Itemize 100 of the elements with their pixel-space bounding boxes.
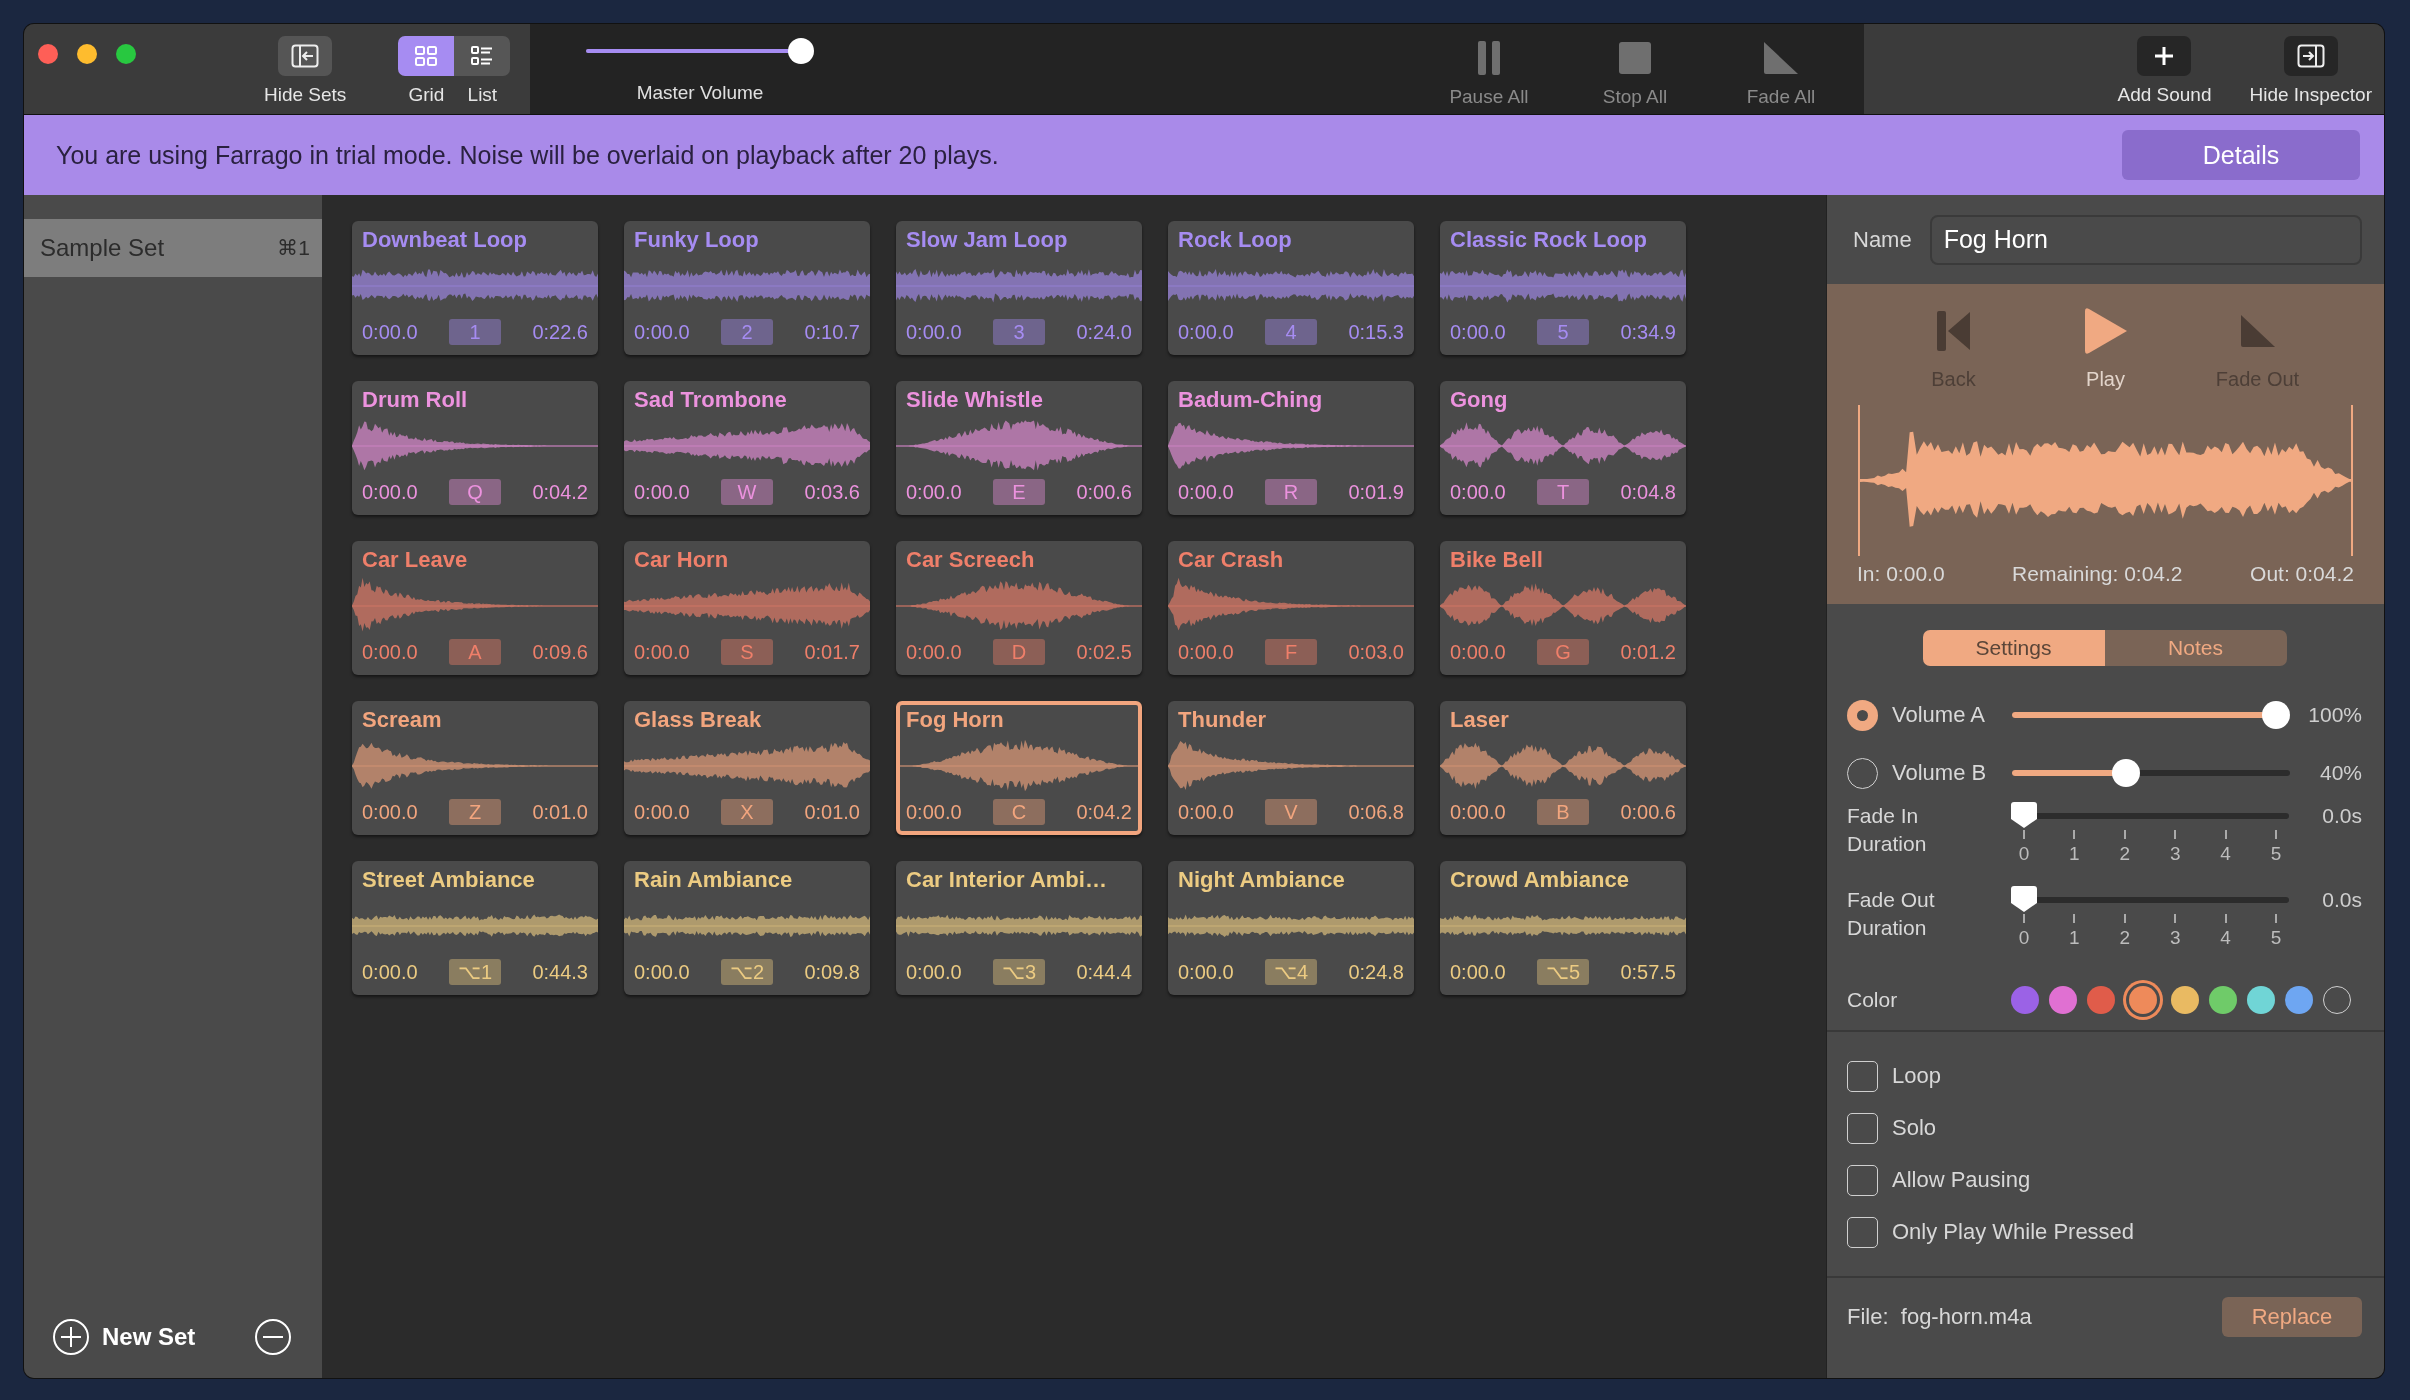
hotkey-badge: 4	[1265, 319, 1317, 345]
sound-name: Badum-Ching	[1178, 387, 1324, 413]
color-swatch[interactable]	[2247, 986, 2275, 1014]
sound-tile[interactable]: Downbeat Loop 0:00.0 1 0:22.6	[352, 221, 598, 355]
sound-name: Car Crash	[1178, 547, 1285, 573]
start-time: 0:00.0	[1450, 800, 1506, 824]
hotkey-badge: B	[1537, 799, 1589, 825]
color-swatch[interactable]	[2171, 986, 2199, 1014]
hotkey-badge: ⌥2	[721, 959, 773, 985]
sidebar-collapse-icon	[2296, 44, 2325, 68]
sound-tile[interactable]: Classic Rock Loop 0:00.0 5 0:34.9	[1440, 221, 1686, 355]
sound-tile[interactable]: Rock Loop 0:00.0 4 0:15.3	[1168, 221, 1414, 355]
sound-tile[interactable]: Car Screech 0:00.0 D 0:02.5	[896, 541, 1142, 675]
set-item[interactable]: Sample Set ⌘1	[24, 219, 322, 277]
sound-tile[interactable]: Drum Roll 0:00.0 Q 0:04.2	[352, 381, 598, 515]
out-time: Out: 0:04.2	[2250, 562, 2354, 586]
duration: 0:34.9	[1620, 320, 1676, 344]
sound-tile[interactable]: Laser 0:00.0 B 0:00.6	[1440, 701, 1686, 835]
sound-tile[interactable]: Fog Horn 0:00.0 C 0:04.2	[896, 701, 1142, 835]
close-button[interactable]	[38, 44, 58, 64]
color-swatch[interactable]	[2011, 986, 2039, 1014]
sound-tile[interactable]: Funky Loop 0:00.0 2 0:10.7	[624, 221, 870, 355]
sound-name: Slide Whistle	[906, 387, 1044, 413]
slider-thumb[interactable]	[2112, 759, 2140, 787]
duration: 0:01.2	[1620, 640, 1676, 664]
name-field[interactable]: Fog Horn	[1929, 214, 2362, 265]
fade-reading: 0.0s	[2322, 887, 2362, 913]
color-swatch[interactable]	[2049, 986, 2077, 1014]
color-swatch[interactable]	[2087, 986, 2115, 1014]
hotkey-badge: 3	[993, 319, 1045, 345]
sound-tile[interactable]: Thunder 0:00.0 V 0:06.8	[1168, 701, 1414, 835]
sound-name: Funky Loop	[634, 227, 760, 253]
fade-slider[interactable]	[2011, 802, 2289, 830]
slider-thumb[interactable]	[2011, 886, 2037, 912]
sound-tile[interactable]: Car Leave 0:00.0 A 0:09.6	[352, 541, 598, 675]
sound-tile[interactable]: Night Ambiance 0:00.0 ⌥4 0:24.8	[1168, 861, 1414, 995]
hotkey-badge: T	[1537, 479, 1589, 505]
duration: 0:10.7	[804, 320, 860, 344]
sound-tile[interactable]: Bike Bell 0:00.0 G 0:01.2	[1440, 541, 1686, 675]
sound-tile[interactable]: Street Ambiance 0:00.0 ⌥1 0:44.3	[352, 861, 598, 995]
new-set-button[interactable]: New Set	[52, 1318, 196, 1356]
play-button[interactable]: Play	[2050, 306, 2161, 391]
duration: 0:57.5	[1620, 960, 1676, 984]
sound-tile[interactable]: Gong 0:00.0 T 0:04.8	[1440, 381, 1686, 515]
sound-name: Slow Jam Loop	[906, 227, 1069, 253]
checkbox[interactable]	[1847, 1112, 1878, 1144]
sound-name: Laser	[1450, 707, 1510, 733]
volume-slider[interactable]	[2012, 759, 2290, 787]
hide-inspector-button[interactable]: Hide Inspector	[2249, 36, 2372, 106]
sound-tile[interactable]: Car Interior Ambi… 0:00.0 ⌥3 0:44.4	[896, 861, 1142, 995]
sound-tile[interactable]: Scream 0:00.0 Z 0:01.0	[352, 701, 598, 835]
radio-button[interactable]	[1847, 699, 1878, 731]
sound-tile[interactable]: Glass Break 0:00.0 X 0:01.0	[624, 701, 870, 835]
inspector-tab[interactable]: Settings	[1922, 630, 2105, 666]
volume-slider[interactable]	[2012, 701, 2290, 729]
slider-thumb[interactable]	[788, 38, 814, 64]
hide-sets-button[interactable]: Hide Sets	[264, 36, 347, 106]
duration: 0:02.5	[1076, 640, 1132, 664]
sound-tile[interactable]: Badum-Ching 0:00.0 R 0:01.9	[1168, 381, 1414, 515]
zoom-button[interactable]	[116, 44, 136, 64]
duration: 0:44.3	[532, 960, 588, 984]
hotkey-badge: W	[721, 479, 773, 505]
color-swatch[interactable]	[2209, 986, 2237, 1014]
sound-tile[interactable]: Crowd Ambiance 0:00.0 ⌥5 0:57.5	[1440, 861, 1686, 995]
checkbox[interactable]	[1847, 1216, 1878, 1248]
checkbox[interactable]	[1847, 1164, 1878, 1196]
inspector-tab[interactable]: Notes	[2104, 630, 2287, 666]
start-time: 0:00.0	[634, 480, 690, 504]
tick-label: 3	[2162, 830, 2189, 865]
master-volume-slider[interactable]	[586, 38, 814, 64]
hotkey-badge: S	[721, 639, 773, 665]
slider-thumb[interactable]	[2262, 701, 2290, 729]
sound-tile[interactable]: Car Horn 0:00.0 S 0:01.7	[624, 541, 870, 675]
details-button[interactable]: Details	[2122, 130, 2360, 180]
minimize-button[interactable]	[77, 44, 97, 64]
add-sound-button[interactable]: Add Sound	[2117, 36, 2212, 106]
hotkey-badge: Q	[449, 479, 501, 505]
hotkey-badge: V	[1265, 799, 1317, 825]
duration: 0:00.6	[1076, 480, 1132, 504]
option-label: Allow Pausing	[1892, 1167, 2031, 1193]
checkbox[interactable]	[1847, 1060, 1878, 1092]
replace-button[interactable]: Replace	[2222, 1297, 2362, 1337]
fade-slider[interactable]	[2011, 886, 2289, 914]
sound-tile[interactable]: Slow Jam Loop 0:00.0 3 0:24.0	[896, 221, 1142, 355]
sound-tile[interactable]: Rain Ambiance 0:00.0 ⌥2 0:09.8	[624, 861, 870, 995]
color-swatch[interactable]	[2285, 986, 2313, 1014]
start-time: 0:00.0	[362, 800, 418, 824]
sound-tile[interactable]: Sad Trombone 0:00.0 W 0:03.6	[624, 381, 870, 515]
fade-label: Fade In Duration	[1847, 803, 1928, 857]
start-time: 0:00.0	[1178, 320, 1234, 344]
slider-thumb[interactable]	[2011, 802, 2037, 828]
tick-label: 1	[2061, 914, 2088, 949]
sound-tile[interactable]: Car Crash 0:00.0 F 0:03.0	[1168, 541, 1414, 675]
duration: 0:01.0	[532, 800, 588, 824]
start-time: 0:00.0	[1450, 960, 1506, 984]
remove-set-button[interactable]	[254, 1318, 292, 1356]
start-time: 0:00.0	[1450, 320, 1506, 344]
duration: 0:15.3	[1348, 320, 1404, 344]
start-time: 0:00.0	[362, 480, 418, 504]
sound-tile[interactable]: Slide Whistle 0:00.0 E 0:00.6	[896, 381, 1142, 515]
